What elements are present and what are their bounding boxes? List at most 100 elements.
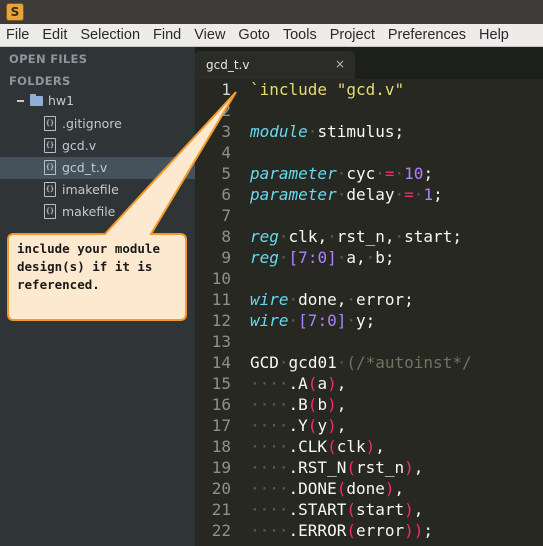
code-token: · [375,164,385,183]
code-token: rst_n [355,458,405,477]
menu-preferences[interactable]: Preferences [381,24,472,47]
app-icon-letter: S [10,5,20,19]
code-token: · [394,185,405,204]
menu-tools[interactable]: Tools [276,24,323,47]
close-tab-icon[interactable]: × [335,57,345,71]
code-token: ) [365,437,376,456]
code-token: ) [327,395,337,414]
file-icon: {} [44,204,56,219]
code-token: , [413,458,424,477]
folders-header: FOLDERS [9,74,71,88]
code-token: ···· [250,500,289,519]
code-token: ···· [250,416,289,435]
file-row[interactable]: {} makefile [0,201,195,223]
code-token: y; [355,311,376,330]
code-line[interactable]: `include "gcd.v" [250,80,404,99]
code-line[interactable]: ····.Y(y), [250,416,346,435]
code-line[interactable]: parameter·delay·=·1; [250,185,443,204]
line-number: 13 [211,332,231,351]
menu-goto[interactable]: Goto [232,24,276,47]
code-token: clk, [288,227,328,246]
code-token: ( [307,374,318,393]
code-token: · [336,353,347,372]
code-token: wire [250,290,289,309]
code-line[interactable]: reg·[7:0]·a,·b; [250,248,395,267]
code-token: `include [250,80,328,99]
code-line[interactable]: reg·clk,·rst_n,·start; [250,227,462,246]
line-number: 9 [221,248,231,267]
code-token: ( [346,521,356,540]
code-token: · [346,290,356,309]
folder-row-hw1[interactable]: hw1 [0,90,195,112]
sidebar: OPEN FILES FOLDERS hw1 {} .gitignore {} gcd… [0,47,195,546]
line-number: 22 [211,521,231,540]
code-line[interactable]: ····.B(b), [250,395,346,414]
menu-project[interactable]: Project [323,24,381,47]
code-token: ) [404,458,414,477]
file-row[interactable]: {} .gitignore [0,113,195,135]
code-token: )) [404,521,424,540]
open-files-header: OPEN FILES [9,52,88,66]
code-token: ···· [250,437,289,456]
folder-label: hw1 [48,93,75,108]
code-line[interactable]: parameter·cyc·=·10; [250,164,433,183]
file-row[interactable]: {} imakefile [0,179,195,201]
code-token: .DONE [288,479,337,498]
callout-text: include your module design(s) if it is ref… [17,240,185,294]
code-token: .B [288,395,308,414]
line-number: 3 [221,122,231,141]
code-token: .CLK [288,437,328,456]
line-number: 21 [211,500,231,519]
code-token: delay [346,185,395,204]
menu-find[interactable]: Find [147,24,188,47]
menu-selection[interactable]: Selection [74,24,147,47]
code-token: stimulus; [317,122,405,141]
code-token: , [336,395,347,414]
code-line[interactable]: GCD·gcd01·(/*autoinst*/ [250,353,472,372]
code-token: · [365,248,376,267]
code-token: ···· [250,479,289,498]
code-token: ( [307,416,318,435]
code-token: .Y [288,416,308,435]
code-token: ; [423,164,434,183]
code-line[interactable]: ····.DONE(done), [250,479,404,498]
menu-file[interactable]: File [0,24,36,47]
line-number: 19 [211,458,231,477]
menu-view[interactable]: View [188,24,232,47]
file-icon: {} [44,116,56,131]
tab-gcd-t-v[interactable]: gcd_t.v × [195,51,355,79]
line-number: 17 [211,416,231,435]
code-token: b [317,395,328,414]
code-line[interactable]: ····.RST_N(rst_n), [250,458,423,477]
code-line[interactable]: ····.START(start), [250,500,423,519]
line-number: 11 [211,290,231,309]
code-line[interactable]: wire·[7:0]·y; [250,311,375,330]
code-token: module [250,122,308,141]
file-row[interactable]: {} gcd_t.v [0,157,195,179]
code-line[interactable]: ····.ERROR(error)); [250,521,433,540]
sublime-text-icon[interactable]: S [6,3,24,21]
line-number: 5 [221,164,231,183]
code-token: ···· [250,374,289,393]
code-token: · [278,227,289,246]
code-token: · [394,227,405,246]
code-token: · [327,227,337,246]
code-line[interactable]: wire·done,·error; [250,290,414,309]
code-token: wire [250,311,289,330]
line-number: 6 [221,185,231,204]
code-token: 1 [423,185,434,204]
code-editor[interactable]: 1 `include "gcd.v" 2 3 module·stimulus; 4 5 par… [195,79,543,546]
code-line[interactable]: module·stimulus; [250,122,404,141]
menu-help[interactable]: Help [473,24,516,47]
file-icon: {} [44,160,56,175]
menu-edit[interactable]: Edit [36,24,74,47]
code-line[interactable]: ····.A(a), [250,374,346,393]
code-token: · [336,185,347,204]
code-token: y [317,416,328,435]
code-token: · [394,164,405,183]
line-number: 16 [211,395,231,414]
code-line[interactable]: ····.CLK(clk), [250,437,385,456]
file-row[interactable]: {} gcd.v [0,135,195,157]
collapse-icon[interactable] [17,100,24,102]
